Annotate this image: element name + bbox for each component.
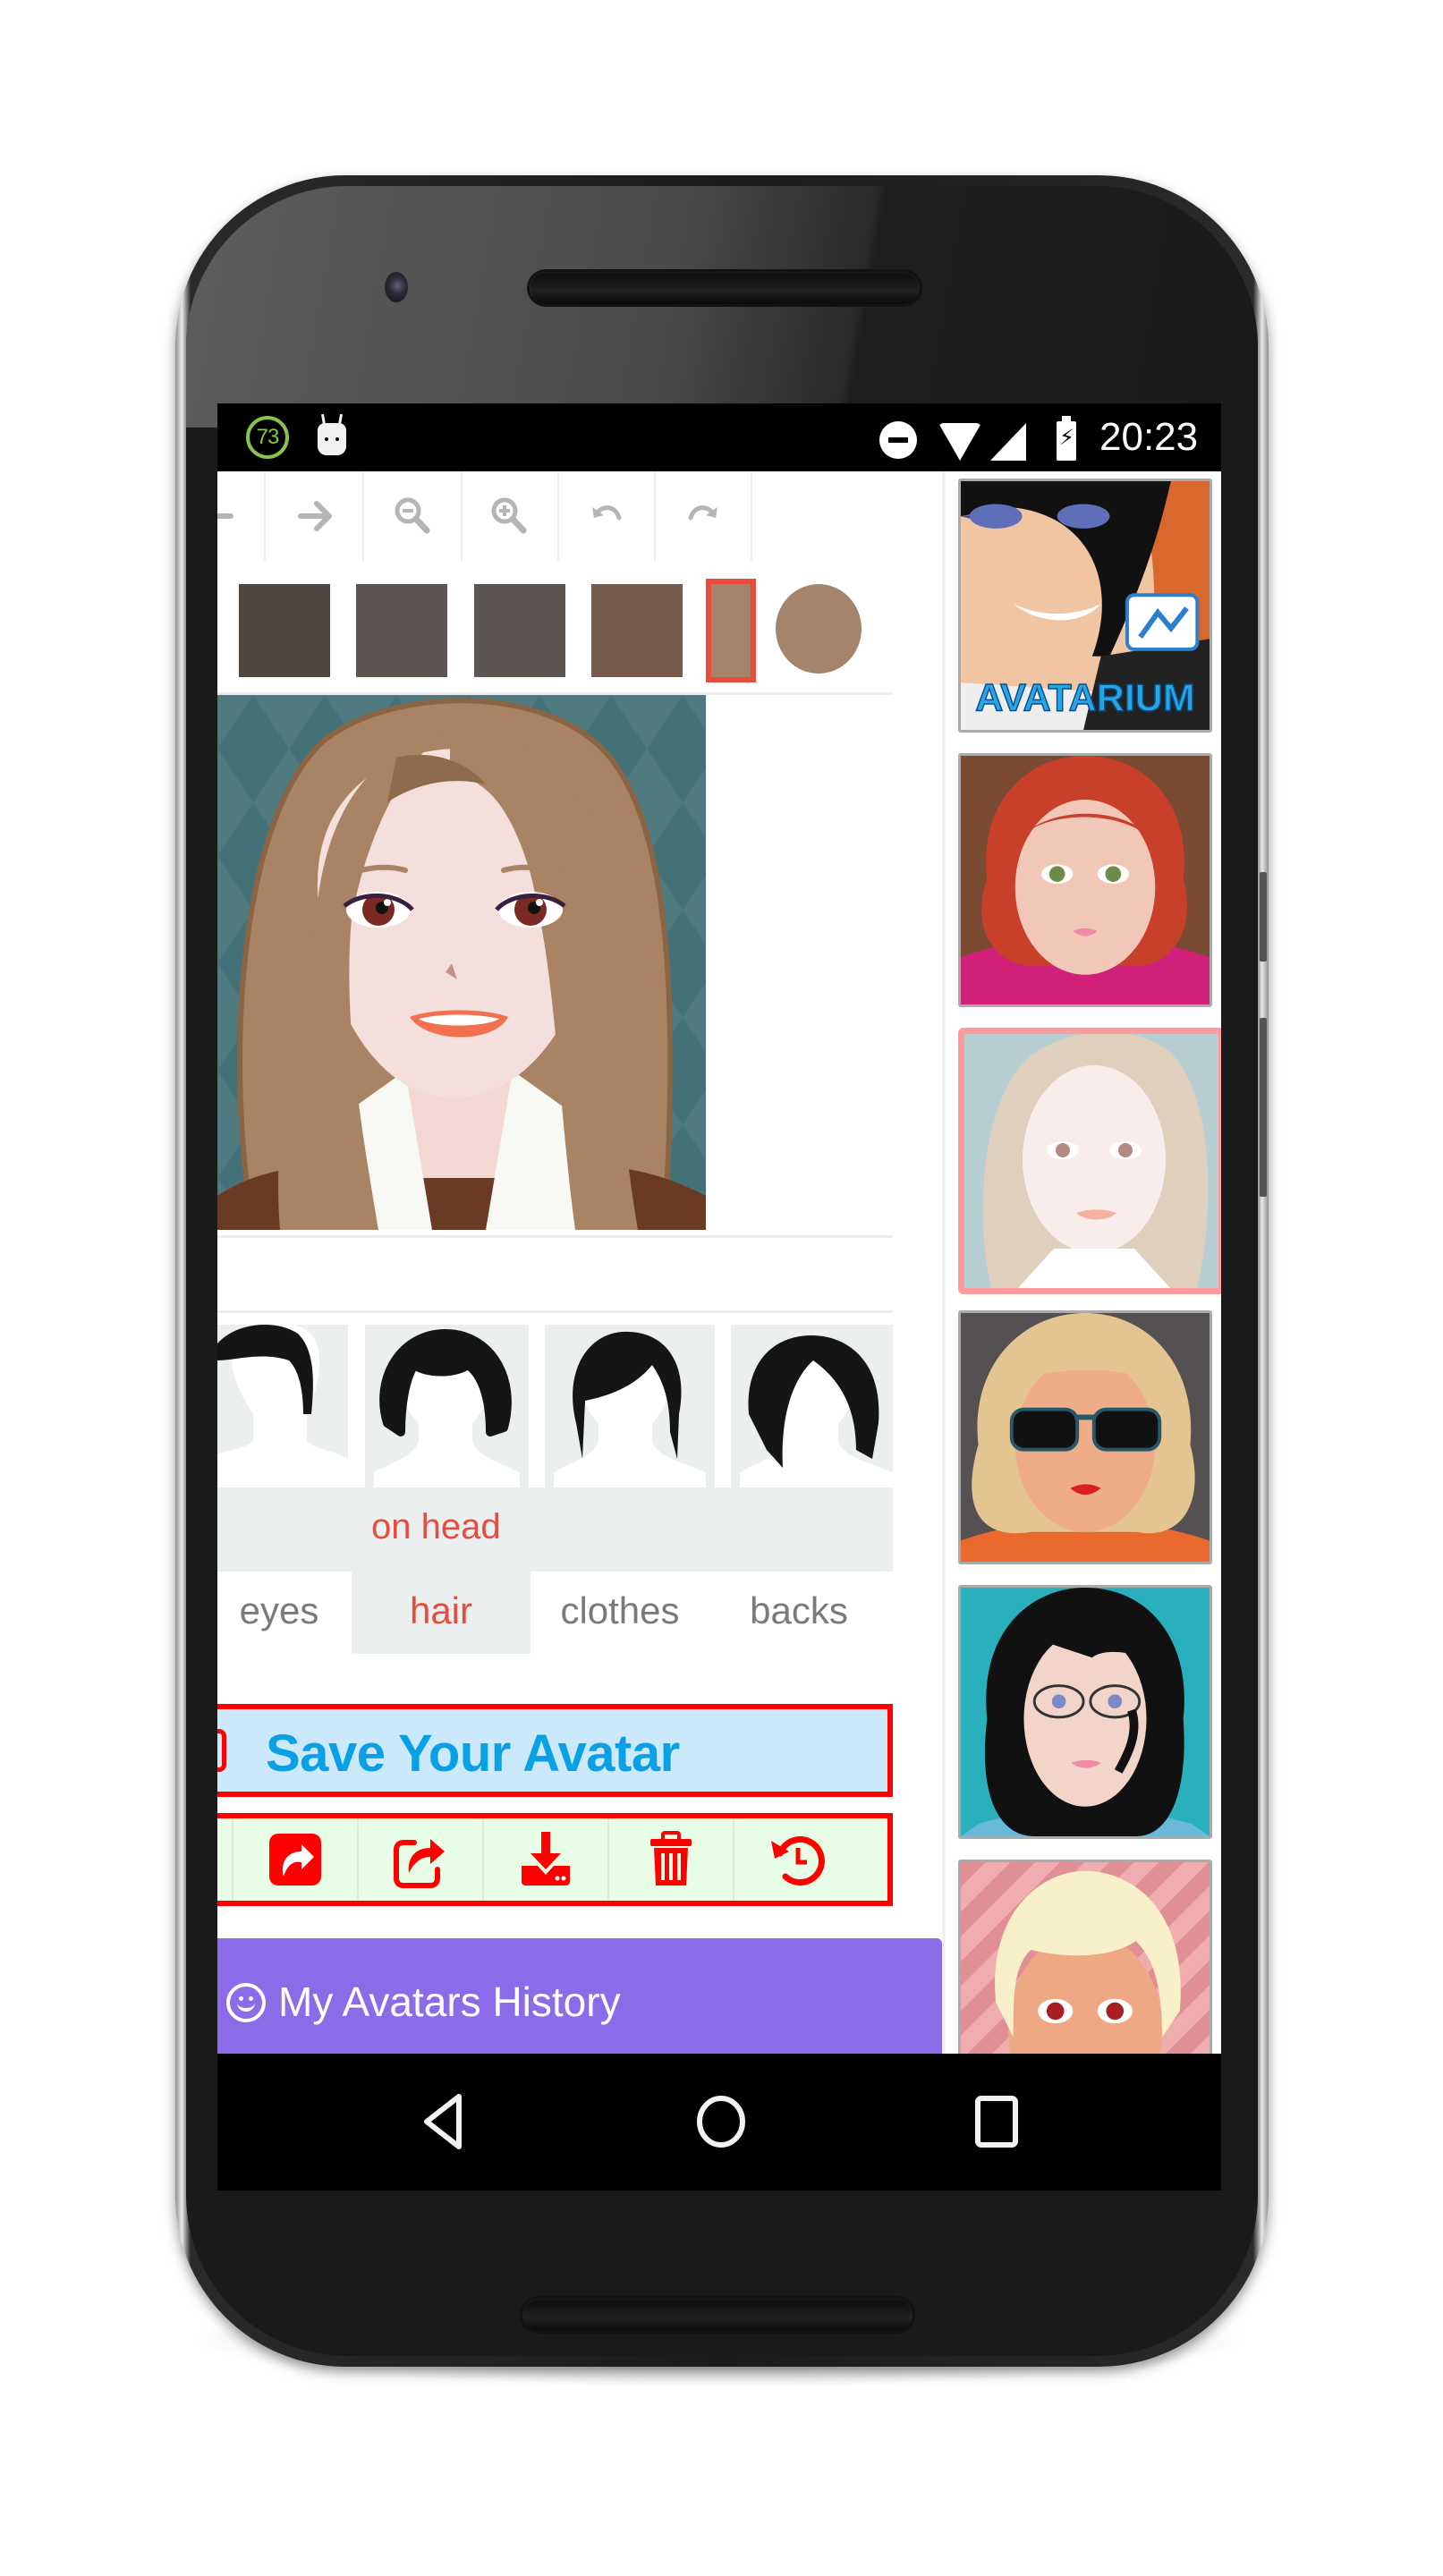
hair-option-short[interactable] xyxy=(217,1325,348,1495)
glasses-avatar-image xyxy=(961,1588,1210,1836)
front-camera xyxy=(385,272,408,302)
color-swatch-selected[interactable] xyxy=(706,579,756,682)
signal-icon xyxy=(990,423,1026,461)
sunglasses-avatar-image xyxy=(961,1313,1210,1562)
zoom-out-icon xyxy=(395,497,430,534)
volume-button[interactable] xyxy=(1260,872,1267,962)
status-bar: 73 ⚡ 20:23 xyxy=(217,403,1221,471)
zoom-out-button[interactable] xyxy=(366,471,463,561)
nav-recents-button[interactable] xyxy=(965,2093,1028,2150)
home-icon xyxy=(697,2096,745,2148)
screen: 73 ⚡ 20:23 on head eyes hair clothes bac… xyxy=(217,403,1221,2190)
download-button[interactable] xyxy=(484,1818,609,1901)
color-swatch[interactable] xyxy=(356,584,447,677)
save-icon xyxy=(217,1729,226,1772)
android-navigation-bar xyxy=(217,2054,1221,2190)
battery-charging-icon: ⚡ xyxy=(1057,416,1076,461)
wifi-icon xyxy=(938,423,981,461)
tab-clothes[interactable]: clothes xyxy=(531,1572,709,1654)
back-arrow-button[interactable] xyxy=(217,471,266,561)
avatars-history-label: My Avatars History xyxy=(278,1979,621,2025)
gallery-item-avatarium[interactable]: AVATARIUM xyxy=(958,479,1212,733)
bob-hair-icon xyxy=(740,1335,893,1495)
action-spacer xyxy=(217,1818,233,1901)
avatar-gallery: AVATARIUM xyxy=(942,471,1221,2190)
current-avatar-image xyxy=(964,1034,1218,1288)
hair-options-row xyxy=(217,1325,893,1496)
gallery-item-red-hair[interactable] xyxy=(958,753,1212,1007)
gallery-item-glasses[interactable] xyxy=(958,1585,1212,1839)
redo-button[interactable] xyxy=(656,471,752,561)
color-swatch[interactable] xyxy=(474,584,565,677)
trash-icon xyxy=(650,1831,692,1885)
avatar-preview[interactable] xyxy=(217,695,706,1230)
short-hair-icon xyxy=(217,1325,348,1495)
subcategory-bar[interactable]: on head xyxy=(217,1487,893,1572)
badge-73-icon: 73 xyxy=(246,416,289,459)
undo-icon xyxy=(592,505,622,521)
side-swept-hair-icon xyxy=(554,1331,706,1495)
download-icon xyxy=(522,1832,570,1885)
gallery-item-current[interactable] xyxy=(958,1028,1221,1294)
divider xyxy=(217,1235,893,1238)
editor-toolbar xyxy=(217,471,933,570)
zoom-in-button[interactable] xyxy=(463,471,559,561)
tab-hair[interactable]: hair xyxy=(352,1572,531,1654)
hair-option-bob[interactable] xyxy=(731,1325,893,1495)
zoom-in-icon xyxy=(491,497,527,534)
tab-backs[interactable]: backs xyxy=(709,1572,888,1654)
action-row xyxy=(217,1813,893,1906)
arrow-left-icon xyxy=(217,504,233,529)
save-avatar-label: Save Your Avatar xyxy=(266,1724,680,1783)
clock: 20:23 xyxy=(1099,415,1199,459)
hair-option-side-swept[interactable] xyxy=(545,1325,715,1495)
avatarium-promo-image: AVATARIUM xyxy=(961,481,1210,730)
arrow-right-icon xyxy=(298,501,332,531)
divider xyxy=(217,1310,893,1313)
smiley-icon xyxy=(226,1983,266,2022)
subcategory-label: on head xyxy=(371,1507,501,1546)
nav-back-button[interactable] xyxy=(414,2093,477,2150)
current-color-indicator[interactable] xyxy=(776,584,862,674)
bottom-speaker xyxy=(522,2299,912,2331)
top-speaker xyxy=(530,272,920,304)
recents-icon xyxy=(975,2096,1018,2148)
external-share-icon xyxy=(394,1839,445,1888)
external-share-button[interactable] xyxy=(359,1818,484,1901)
undo-button[interactable] xyxy=(559,471,656,561)
nav-home-button[interactable] xyxy=(690,2093,752,2150)
history-reset-button[interactable] xyxy=(734,1818,860,1901)
hair-option-curly[interactable] xyxy=(365,1325,529,1495)
redo-icon xyxy=(688,505,717,521)
forward-arrow-button[interactable] xyxy=(267,471,364,561)
history-icon xyxy=(771,1836,825,1885)
save-avatar-button[interactable]: Save Your Avatar xyxy=(217,1704,893,1797)
color-swatch[interactable] xyxy=(591,584,683,677)
color-swatch[interactable] xyxy=(239,584,330,677)
power-button[interactable] xyxy=(1260,1018,1267,1197)
curly-hair-icon xyxy=(374,1329,520,1495)
android-robot-icon xyxy=(318,423,346,455)
share-button[interactable] xyxy=(233,1818,359,1901)
color-palette xyxy=(217,570,893,695)
tab-eyes[interactable]: eyes xyxy=(217,1572,346,1654)
share-square-icon xyxy=(269,1834,321,1885)
category-tabs: eyes hair clothes backs xyxy=(217,1572,893,1654)
delete-button[interactable] xyxy=(609,1818,734,1901)
do-not-disturb-icon xyxy=(879,421,917,459)
red-hair-avatar-image xyxy=(961,756,1210,1004)
avatar-preview-area xyxy=(217,695,893,1241)
gallery-item-sunglasses[interactable] xyxy=(958,1310,1212,1564)
back-icon xyxy=(424,2094,462,2149)
avatarium-caption: AVATARIUM xyxy=(975,676,1195,719)
